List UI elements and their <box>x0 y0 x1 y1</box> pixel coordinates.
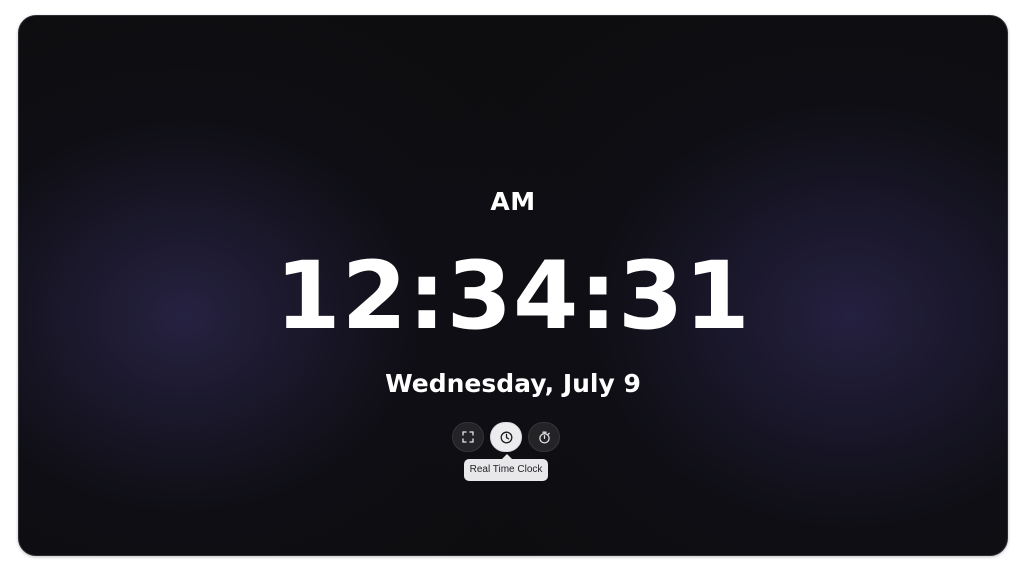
clock-mode-button[interactable] <box>490 422 522 452</box>
clock-icon <box>500 431 513 444</box>
time-display: 12:34:31 <box>275 242 751 351</box>
tooltip: Real Time Clock <box>464 454 548 481</box>
stopwatch-icon <box>538 431 551 444</box>
clock-app-window: AM 12:34:31 Wednesday, July 9 Real Time … <box>18 15 1008 556</box>
mode-controls <box>452 422 560 452</box>
stopwatch-mode-button[interactable] <box>528 422 560 452</box>
date-display: Wednesday, July 9 <box>385 369 641 398</box>
am-pm-indicator: AM <box>490 187 536 216</box>
fullscreen-button[interactable] <box>452 422 484 452</box>
fullscreen-icon <box>462 431 474 443</box>
